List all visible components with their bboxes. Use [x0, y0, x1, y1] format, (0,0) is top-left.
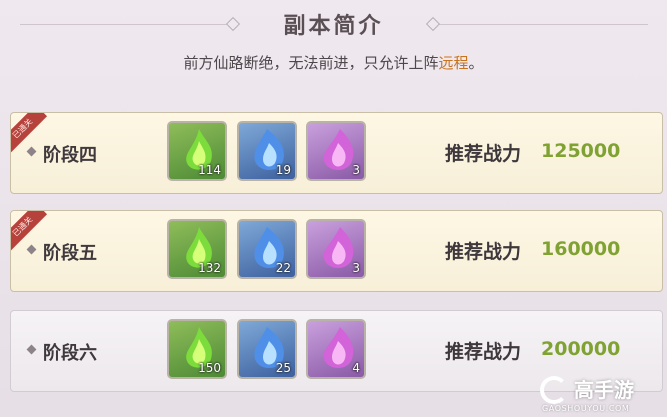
watermark-brand: 高手游	[574, 378, 634, 402]
stage-name: 阶段四	[43, 145, 97, 166]
recommended-power-value: 160000	[541, 238, 621, 260]
description-highlight: 远程	[438, 54, 469, 72]
reward-item-purple[interactable]: 3	[306, 219, 366, 279]
watermark-url: GAOSHOUYOU.COM	[542, 404, 630, 413]
stage-name: 阶段五	[43, 243, 97, 264]
recommended-power-value: 200000	[541, 338, 621, 360]
reward-item-blue[interactable]: 25	[237, 319, 297, 379]
recommended-power-label: 推荐战力	[445, 143, 522, 165]
reward-item-green[interactable]: 132	[167, 219, 227, 279]
stage-bullet-icon	[26, 344, 37, 355]
stage-bullet-icon	[26, 244, 37, 255]
recommended-power-value: 125000	[541, 140, 621, 162]
recommended-power-label: 推荐战力	[445, 341, 522, 363]
dungeon-intro-panel: 副本简介 前方仙路断绝，无法前进，只允许上阵远程。 已通关 阶段四 114 19	[0, 0, 667, 417]
item-count: 22	[275, 261, 291, 275]
reward-item-green[interactable]: 114	[167, 121, 227, 181]
recommended-power-label: 推荐战力	[445, 241, 522, 263]
description-suffix: 。	[468, 54, 484, 72]
reward-item-purple[interactable]: 4	[306, 319, 366, 379]
reward-item-purple[interactable]: 3	[306, 121, 366, 181]
reward-item-blue[interactable]: 22	[237, 219, 297, 279]
item-count: 25	[275, 361, 291, 375]
item-count: 19	[275, 163, 291, 177]
description-text: 前方仙路断绝，无法前进，只允许上阵	[183, 54, 439, 72]
item-count: 3	[352, 163, 360, 177]
item-count: 4	[352, 361, 360, 375]
dungeon-description: 前方仙路断绝，无法前进，只允许上阵远程。	[0, 52, 667, 73]
reward-item-green[interactable]: 150	[167, 319, 227, 379]
cleared-badge: 已通关	[11, 113, 48, 154]
item-count: 114	[198, 163, 221, 177]
item-count: 132	[198, 261, 221, 275]
stage-row-5[interactable]: 已通关 阶段五 132 22 3 推荐战力 160000	[10, 210, 663, 292]
stage-bullet-icon	[26, 146, 37, 157]
stage-name: 阶段六	[43, 343, 97, 364]
panel-title: 副本简介	[283, 14, 384, 39]
reward-item-blue[interactable]: 19	[237, 121, 297, 181]
watermark-logo: 高手游 GAOSHOUYOU.COM	[540, 374, 664, 414]
panel-header: 副本简介 前方仙路断绝，无法前进，只允许上阵远程。	[0, 0, 667, 90]
item-count: 3	[352, 261, 360, 275]
stage-row-4[interactable]: 已通关 阶段四 114 19 3 推荐战力 125000	[10, 112, 663, 194]
item-count: 150	[198, 361, 221, 375]
gaoshouyou-logo-icon	[540, 376, 568, 404]
cleared-badge: 已通关	[11, 211, 48, 252]
